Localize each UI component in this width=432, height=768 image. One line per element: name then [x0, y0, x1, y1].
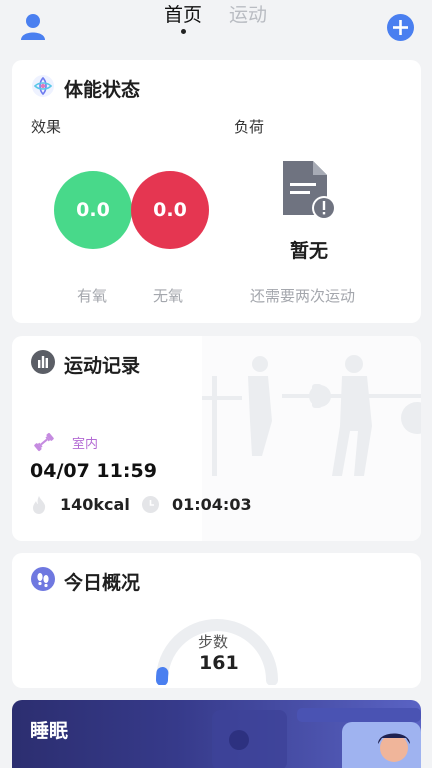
- sleep-illustration: [212, 708, 421, 768]
- dumbbell-icon: [34, 432, 54, 452]
- steps-value: 161: [199, 652, 239, 674]
- record-title: 运动记录: [64, 355, 141, 377]
- sleep-card[interactable]: 睡眠: [12, 700, 421, 768]
- chart-badge: [31, 350, 55, 374]
- clock-icon: [142, 496, 159, 513]
- footprint-badge: [31, 567, 55, 591]
- chart-icon: [38, 356, 48, 368]
- effect-label: 效果: [31, 118, 62, 136]
- record-datetime: 04/07 11:59: [30, 460, 157, 482]
- tab-home[interactable]: 首页: [164, 0, 202, 27]
- footprint-icon: [37, 573, 49, 588]
- record-duration: 01:04:03: [172, 495, 252, 514]
- anaerobic-bubble: 0.0: [131, 171, 209, 249]
- sleep-title: 睡眠: [30, 720, 69, 742]
- fitness-logo-icon: [32, 75, 54, 97]
- today-title: 今日概况: [64, 572, 141, 594]
- record-type: 室内: [72, 437, 99, 452]
- anaerobic-value: 0.0: [153, 199, 187, 221]
- document-warning-icon: [283, 161, 336, 220]
- add-button[interactable]: [387, 14, 414, 41]
- tab-sport[interactable]: 运动: [229, 0, 267, 27]
- load-hint: 还需要两次运动: [250, 287, 356, 305]
- load-status: 暂无: [290, 240, 329, 262]
- steps-label: 步数: [198, 633, 229, 651]
- add-icon: [393, 20, 408, 35]
- fitness-title: 体能状态: [64, 79, 141, 101]
- fitness-status-card[interactable]: 体能状态 效果 负荷 0.0 0.0 有氧 无氧 暂无 还需要两次运动: [12, 60, 421, 323]
- aerobic-bubble: 0.0: [54, 171, 132, 249]
- aerobic-value: 0.0: [76, 199, 110, 221]
- sport-record-card[interactable]: 运动记录 室内 04/07 11:59 140kcal 01:04:03: [12, 336, 421, 541]
- anaerobic-label: 无氧: [153, 287, 184, 305]
- top-bar: 首页 运动: [0, 0, 432, 56]
- record-calories: 140kcal: [60, 495, 130, 514]
- today-overview-card[interactable]: 今日概况 步数 161: [12, 553, 421, 688]
- avatar-icon[interactable]: [20, 13, 46, 41]
- aerobic-label: 有氧: [77, 287, 108, 305]
- load-label: 负荷: [234, 118, 265, 136]
- flame-icon: [33, 496, 46, 514]
- active-tab-indicator: [181, 29, 186, 34]
